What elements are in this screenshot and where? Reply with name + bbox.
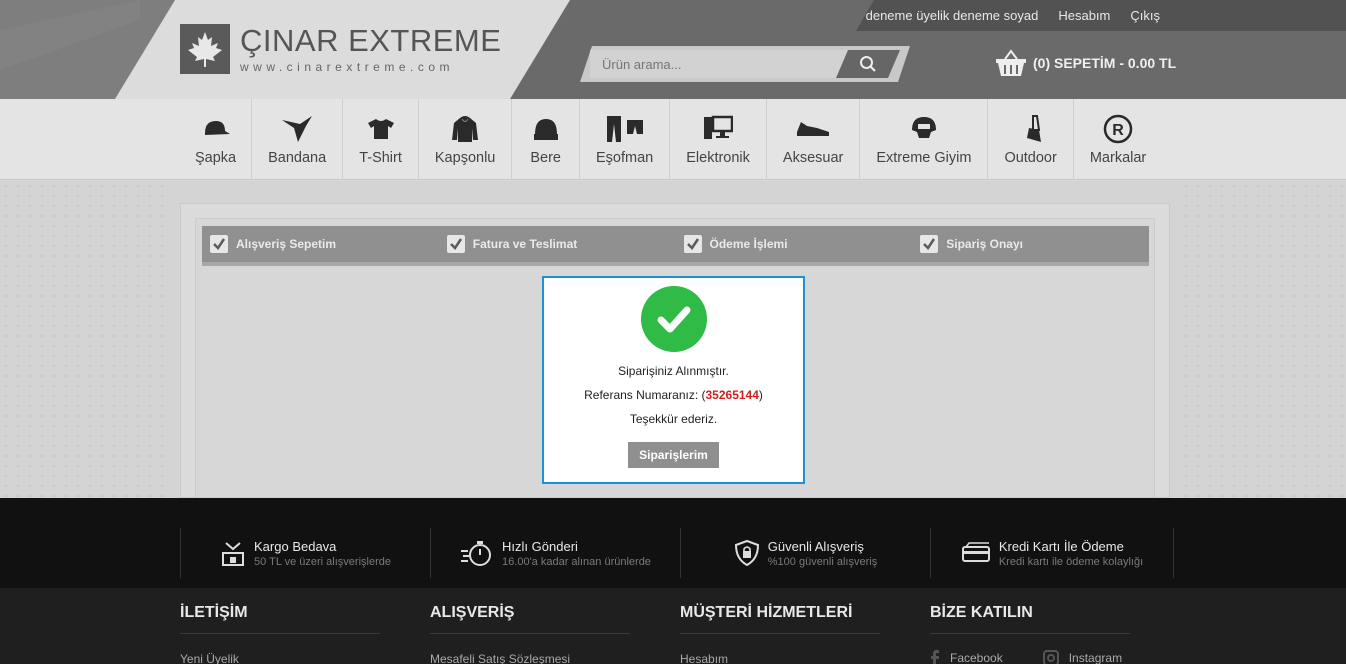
reference-line: Referans Numaranız: (35265144) (544, 388, 803, 402)
brand-url: www.cinarextreme.com (240, 60, 455, 74)
registered-icon: R (1103, 113, 1133, 145)
nav-label: Kapşonlu (434, 150, 496, 166)
brand-name: ÇINAR EXTREME (240, 23, 502, 58)
tshirt-icon (367, 113, 395, 145)
reference-close: ) (758, 388, 763, 402)
facebook-icon (931, 650, 939, 664)
cart-label: (0) SEPETİM - 0.00 TL (1033, 55, 1177, 71)
shipping-icon (222, 542, 245, 566)
nav-label: Bere (530, 150, 561, 166)
nav-item-outdoor[interactable]: Outdoor (988, 99, 1074, 180)
footer-heading: BİZE KATILIN (930, 604, 1130, 634)
nav-label: Eşofman (596, 150, 654, 166)
svg-text:R: R (1112, 122, 1124, 139)
search-bar (580, 46, 910, 82)
nav-label: Markalar (1089, 150, 1147, 166)
footer-heading: İLETİŞİM (180, 604, 380, 634)
nav-label: Outdoor (1004, 150, 1057, 166)
success-message: Siparişiniz Alınmıştır. (618, 364, 729, 378)
top-links: deneme üyelik deneme soyad Hesabım Çıkış (866, 8, 1160, 23)
footer-link-sales-contract[interactable]: Mesafeli Satış Sözleşmesi (430, 652, 630, 664)
instagram-link[interactable]: Instagram (1042, 650, 1123, 664)
footer-col-shopping: ALIŞVERİŞ Mesafeli Satış Sözleşmesi (430, 604, 630, 664)
nav-item-esofman[interactable]: Eşofman (580, 99, 671, 180)
features-bar: Kargo Bedava 50 TL ve üzeri alışverişlerd… (0, 498, 1346, 588)
reference-number: 35265144 (705, 388, 759, 402)
feature-secure-shopping: Güvenli Alışveriş %100 güvenli alışveriş (680, 528, 930, 578)
user-name-link[interactable]: deneme üyelik deneme soyad (866, 8, 1039, 23)
feature-title: Kargo Bedava (254, 538, 337, 554)
lock-shield-icon (734, 539, 759, 567)
feature-credit-card: Kredi Kartı İle Ödeme Kredi kartı ile öde… (930, 528, 1174, 578)
footer-col-contact: İLETİŞİM Yeni Üyelik (180, 604, 380, 664)
nav-label: Şapka (195, 150, 237, 166)
beanie-icon (532, 113, 560, 145)
order-success-modal: Siparişiniz Alınmıştır. Referans Numaran… (542, 276, 805, 484)
feature-subtitle: Kredi kartı ile ödeme kolaylığı (998, 555, 1144, 568)
feature-title: Hızlı Gönderi (502, 538, 578, 554)
nav-label: Aksesuar (782, 150, 844, 166)
social-links: Facebook Instagram (930, 650, 1130, 664)
footer-link-account[interactable]: Hesabım (680, 652, 880, 664)
nav-item-tshirt[interactable]: T-Shirt (343, 99, 419, 180)
account-link[interactable]: Hesabım (1058, 8, 1110, 23)
nav-label: Elektronik (686, 150, 750, 166)
sneaker-icon (795, 113, 831, 145)
site-logo[interactable]: ÇINAR EXTREME www.cinarextreme.com (180, 24, 501, 74)
cap-icon (201, 113, 231, 145)
stopwatch-icon (461, 541, 492, 566)
facebook-label: Facebook (950, 651, 1003, 664)
nav-item-kapsonlu[interactable]: Kapşonlu (419, 99, 513, 180)
nav-label: Bandana (268, 150, 327, 166)
feature-title: Güvenli Alışveriş (767, 538, 864, 554)
footer-link-new-membership[interactable]: Yeni Üyelik (180, 652, 380, 664)
footer-col-join-us: BİZE KATILIN Facebook Instagram (930, 604, 1130, 664)
knife-icon (1019, 113, 1043, 145)
credit-card-icon (961, 542, 990, 562)
feature-title: Kredi Kartı İle Ödeme (998, 538, 1124, 554)
feature-free-shipping: Kargo Bedava 50 TL ve üzeri alışverişlerd… (180, 528, 430, 578)
bandana-icon (280, 113, 314, 145)
nav-item-extreme-giyim[interactable]: Extreme Giyim (860, 99, 989, 180)
feature-subtitle: %100 güvenli alışveriş (767, 555, 878, 568)
category-nav: Şapka Bandana T-Shirt Kapşonlu Bere Eşof… (0, 99, 1346, 180)
search-icon (860, 56, 876, 72)
nav-item-elektronik[interactable]: Elektronik (670, 99, 767, 180)
site-footer: İLETİŞİM Yeni Üyelik ALIŞVERİŞ Mesafeli … (0, 588, 1346, 664)
site-header: deneme üyelik deneme soyad Hesabım Çıkış… (0, 0, 1346, 99)
nav-label: Extreme Giyim (876, 150, 972, 166)
search-input[interactable] (590, 50, 850, 78)
thanks-message: Teşekkür ederiz. (629, 412, 718, 426)
my-orders-button[interactable]: Siparişlerim (628, 442, 719, 468)
basket-icon (996, 49, 1026, 76)
success-check-icon (640, 286, 707, 352)
feature-subtitle: 16.00'a kadar alınan ürünlerde (502, 555, 651, 568)
nav-item-bere[interactable]: Bere (512, 99, 580, 180)
feature-subtitle: 50 TL ve üzeri alışverişlerde (254, 555, 391, 568)
helmet-icon (909, 113, 939, 145)
computer-icon (703, 113, 734, 145)
instagram-label: Instagram (1068, 651, 1123, 664)
footer-col-customer-service: MÜŞTERİ HİZMETLERİ Hesabım (680, 604, 880, 664)
nav-item-sapka[interactable]: Şapka (180, 99, 253, 180)
cart-button[interactable]: (0) SEPETİM - 0.00 TL (995, 49, 1176, 77)
nav-label: T-Shirt (359, 150, 402, 166)
feature-fast-delivery: Hızlı Gönderi 16.00'a kadar alınan ürünle… (430, 528, 680, 578)
footer-heading: MÜŞTERİ HİZMETLERİ (680, 604, 880, 634)
nav-item-markalar[interactable]: R Markalar (1074, 99, 1162, 180)
instagram-icon (1042, 650, 1059, 664)
nav-item-bandana[interactable]: Bandana (252, 99, 344, 180)
tracksuit-icon (605, 113, 645, 145)
reference-label: Referans Numaranız: ( (584, 388, 706, 402)
facebook-link[interactable]: Facebook (930, 650, 1003, 664)
maple-leaf-icon (180, 24, 230, 74)
footer-heading: ALIŞVERİŞ (430, 604, 630, 634)
logout-link[interactable]: Çıkış (1130, 8, 1160, 23)
hoodie-icon (451, 113, 479, 145)
nav-item-aksesuar[interactable]: Aksesuar (767, 99, 861, 180)
